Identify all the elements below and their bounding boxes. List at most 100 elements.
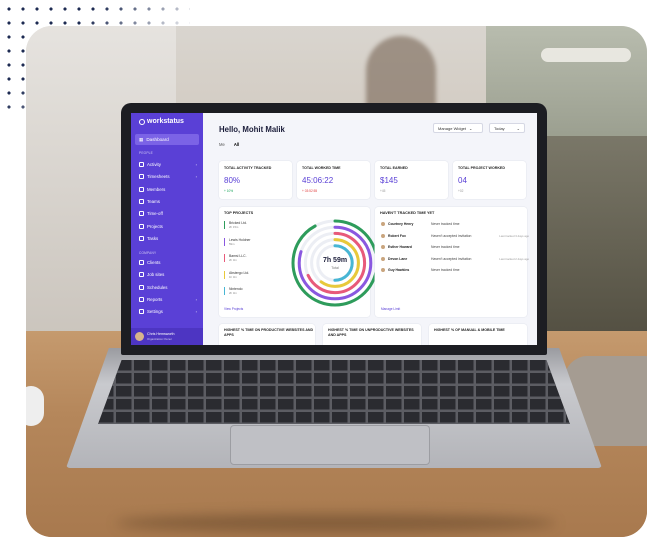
people-section-label: PEOPLE <box>139 151 153 155</box>
card-title: TOP PROJECTS <box>224 211 254 215</box>
laptop-screen: workstatus ▦ Dashboard PEOPLE Activity › T… <box>131 113 537 345</box>
sidebar-item-label: Time-off <box>147 211 163 217</box>
stat-change: + 10% <box>224 189 234 193</box>
laptop-shadow <box>116 514 556 532</box>
sidebar-item-dashboard[interactable]: ▦ Dashboard <box>135 134 199 145</box>
project-item[interactable]: Lewis Holdner 59m <box>224 237 251 246</box>
projects-icon <box>139 223 144 229</box>
stat-label: TOTAL EARNED <box>380 166 408 170</box>
member-name: Robert Fox <box>388 233 406 238</box>
sidebar-item-timesheets[interactable]: Timesheets › <box>139 174 197 180</box>
chevron-down-icon: ⌄ <box>516 125 520 131</box>
manage-widget-label: Manage Widget <box>438 125 467 131</box>
stat-change: +02 <box>458 189 464 193</box>
member-status: Haven't accepted invitation <box>431 233 472 238</box>
project-name: Lewis Holdner <box>229 237 251 242</box>
stat-card: TOTAL EARNED $145 +45 <box>375 161 448 199</box>
project-item[interactable]: Nintendo 2h 3m <box>224 287 243 295</box>
member-status: Haven't accepted invitation <box>431 256 472 261</box>
page-title: Hello, Mohit Malik <box>219 125 285 134</box>
member-row[interactable]: Courtney Henry Never tracked time <box>381 222 529 226</box>
unproductive-apps-card: HIGHEST % TIME ON UNPRODUCTIVE WEBSITES … <box>323 324 421 345</box>
company-section-label: COMPANY <box>139 251 157 255</box>
member-row[interactable]: Devon Lane Haven't accepted invitation Las… <box>381 256 529 261</box>
stat-value: 45:06:22 <box>302 176 334 185</box>
job-sites-icon <box>139 272 144 278</box>
sidebar-item-label: Timesheets <box>147 174 170 180</box>
project-item[interactable]: Bamsi LLC. 2h 3m <box>224 254 247 262</box>
sidebar-item-projects[interactable]: Projects <box>139 223 197 229</box>
manage-limit-link[interactable]: Manage Limit <box>381 307 400 311</box>
member-row[interactable]: Guy Hawkins Never tracked time <box>381 268 529 272</box>
user-profile[interactable]: Chris Hemsworth Organization Owner <box>131 328 203 345</box>
sidebar-item-settings[interactable]: Settings › <box>139 309 197 315</box>
project-name: Abstergo Ltd. <box>229 270 250 275</box>
sidebar-item-label: Reports <box>147 296 163 302</box>
avatar <box>381 233 385 238</box>
stat-value: $145 <box>380 176 398 185</box>
main-content: Hello, Mohit Malik Manage Widget ⌄ Today… <box>203 113 537 345</box>
member-name: Esther Howard <box>388 245 412 249</box>
avatar <box>381 245 385 249</box>
sidebar-item-teams[interactable]: Teams <box>139 198 197 204</box>
stat-card: TOTAL ACTIVITY TRACKED 80% + 10% <box>219 161 292 199</box>
donut-total: 7h 59m <box>323 257 347 264</box>
time-off-icon <box>139 211 144 217</box>
chevron-right-icon: › <box>195 174 197 180</box>
schedules-icon <box>139 284 144 290</box>
teams-icon <box>139 198 144 204</box>
member-row[interactable]: Robert Fox Haven't accepted invitation Las… <box>381 233 529 238</box>
stat-change: + 03:52:55 <box>302 189 318 193</box>
donut-total-label: Total <box>331 266 339 270</box>
stat-card: TOTAL PROJECT WORKED 04 +02 <box>453 161 526 199</box>
sidebar-item-label: Schedules <box>147 284 168 290</box>
date-filter-label: Today <box>494 125 505 131</box>
project-item[interactable]: Abstergo Ltd. 1h 3m <box>224 270 250 279</box>
stat-label: TOTAL WORKED TIME <box>302 166 341 170</box>
card-title: HAVEN'T TRACKED TIME YET <box>380 211 435 215</box>
sidebar-item-reports[interactable]: Reports › <box>139 296 197 302</box>
sidebar-item-label: Projects <box>147 223 163 229</box>
mouse <box>26 386 44 426</box>
sidebar-item-label: Clients <box>147 260 161 265</box>
sidebar-item-label: Activity <box>147 162 161 167</box>
sidebar-item-label: Tasks <box>147 235 159 241</box>
sidebar-item-job-sites[interactable]: Job sites <box>139 272 197 278</box>
manual-mobile-card: HIGHEST % OF MANUAL & MOBILE TIME <box>429 324 527 345</box>
sidebar-item-time-off[interactable]: Time-off <box>139 211 197 217</box>
stat-label: TOTAL ACTIVITY TRACKED <box>224 166 272 170</box>
stat-value: 04 <box>458 176 467 185</box>
last-tracked: Last tracked 2 days ago <box>499 256 529 261</box>
productive-apps-card: HIGHEST % TIME ON PRODUCTIVE WEBSITES AN… <box>219 324 315 345</box>
view-projects-link[interactable]: View Projects <box>224 307 243 311</box>
sidebar-item-tasks[interactable]: Tasks <box>139 235 197 241</box>
date-filter-select[interactable]: Today ⌄ <box>489 123 525 133</box>
card-title: HIGHEST % OF MANUAL & MOBILE TIME <box>434 328 505 332</box>
sidebar-item-label: Dashboard <box>146 137 169 142</box>
tab-me[interactable]: Me <box>219 142 225 147</box>
avatar <box>381 256 385 261</box>
sidebar-item-clients[interactable]: Clients <box>139 260 197 265</box>
sidebar-item-schedules[interactable]: Schedules <box>139 284 197 290</box>
sidebar-item-members[interactable]: Members <box>139 186 197 192</box>
last-tracked: Last tracked 3 days ago <box>499 233 529 238</box>
dashboard-icon: ▦ <box>139 136 144 142</box>
reports-icon <box>139 296 144 302</box>
member-status: Never tracked time <box>431 245 460 249</box>
sidebar: workstatus ▦ Dashboard PEOPLE Activity › T… <box>131 113 203 345</box>
sidebar-item-activity[interactable]: Activity › <box>139 162 197 167</box>
member-name: Devon Lane <box>388 256 408 261</box>
chevron-down-icon: ⌄ <box>469 125 473 131</box>
project-time: 59m <box>229 241 235 246</box>
app-logo[interactable]: workstatus <box>139 118 184 125</box>
avatar <box>381 268 385 272</box>
laptop-keyboard <box>98 360 570 424</box>
manage-widget-button[interactable]: Manage Widget ⌄ <box>433 123 483 133</box>
projects-donut-chart: 7h 59m Total <box>291 219 379 307</box>
tab-all[interactable]: All <box>234 142 239 147</box>
project-time: 2h 15m <box>229 225 239 229</box>
member-row[interactable]: Esther Howard Never tracked time <box>381 245 529 249</box>
timesheet-icon <box>139 174 144 180</box>
project-item[interactable]: Bricked Ltd. 2h 15m <box>224 221 247 229</box>
project-time: 1h 3m <box>229 274 237 279</box>
